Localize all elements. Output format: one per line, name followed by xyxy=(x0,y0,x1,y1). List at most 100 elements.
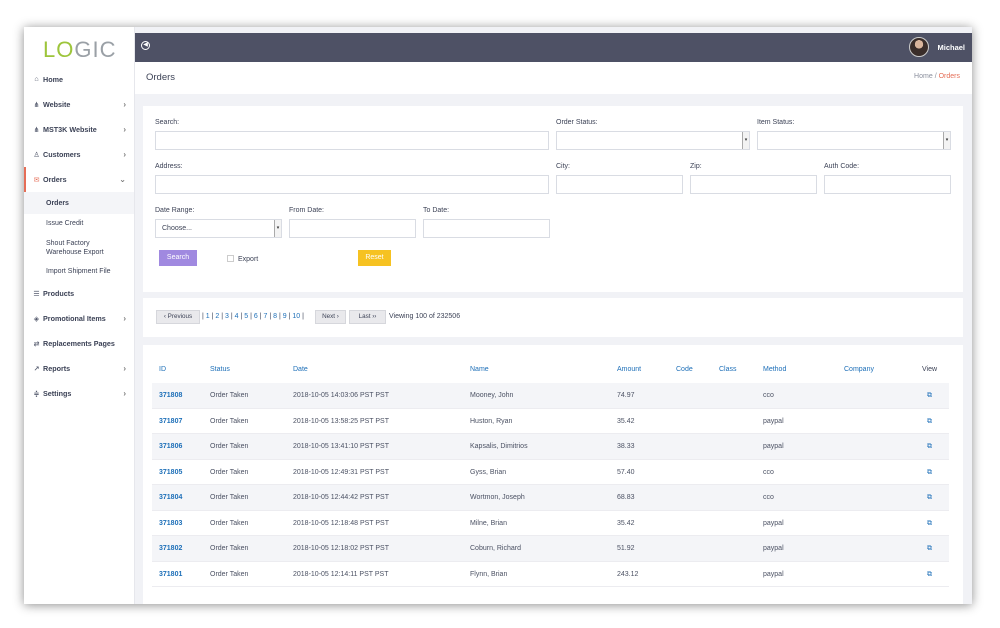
date-range-select[interactable]: Choose... ▾ xyxy=(155,219,282,238)
next-button[interactable]: Next › xyxy=(315,310,346,324)
external-link-icon[interactable]: ⧉ xyxy=(927,571,932,579)
city-label: City: xyxy=(556,163,570,170)
external-link-icon[interactable]: ⧉ xyxy=(927,392,932,400)
status-cell: Order Taken xyxy=(210,519,249,527)
column-header-status[interactable]: Status xyxy=(210,366,230,373)
last-button[interactable]: Last ›› xyxy=(349,310,386,324)
column-header-code[interactable]: Code xyxy=(676,366,693,373)
column-header-date[interactable]: Date xyxy=(293,366,308,373)
date-cell: 2018-10-05 12:44:42 PST PST xyxy=(293,494,389,501)
previous-button[interactable]: ‹ Previous xyxy=(156,310,200,324)
breadcrumb: Home / Orders xyxy=(914,73,960,80)
users-icon: ♙ xyxy=(33,151,40,159)
search-label: Search: xyxy=(155,119,180,126)
chevron-right-icon: › xyxy=(123,150,126,159)
logo[interactable]: LOGIC xyxy=(24,27,134,67)
submenu-item-shout-factory-warehouse-export[interactable]: Shout Factory Warehouse Export xyxy=(24,233,134,262)
reset-button[interactable]: Reset xyxy=(358,250,391,266)
table-row: 371801 Order Taken 2018-10-05 12:14:11 PST… xyxy=(152,562,949,587)
address-label: Address: xyxy=(155,163,183,170)
status-cell: Order Taken xyxy=(210,570,249,578)
sidebar-item-label: Replacements Pages xyxy=(43,339,115,348)
external-link-icon[interactable]: ⧉ xyxy=(927,545,932,553)
sidebar-item-home[interactable]: ⌂ Home xyxy=(24,67,134,92)
table-row: 371805 Order Taken 2018-10-05 12:49:31 PST… xyxy=(152,460,949,485)
order-id-link[interactable]: 371803 xyxy=(159,520,182,527)
order-status-select[interactable]: ▾ xyxy=(556,131,750,150)
name-cell: Milne, Brian xyxy=(470,519,507,527)
exchange-icon: ⇄ xyxy=(33,340,40,348)
method-cell: paypal xyxy=(763,417,784,425)
search-input[interactable] xyxy=(155,131,549,150)
chart-icon: ↗ xyxy=(33,365,40,373)
external-link-icon[interactable]: ⧉ xyxy=(927,418,932,426)
from-date-input[interactable] xyxy=(289,219,416,238)
search-button[interactable]: Search xyxy=(159,250,197,266)
sidebar-item-orders[interactable]: ✉ Orders ⌄ xyxy=(24,167,134,192)
city-input[interactable] xyxy=(556,175,683,194)
select-arrow-icon: ▾ xyxy=(274,220,281,237)
address-input[interactable] xyxy=(155,175,549,194)
sidebar-item-mst3k-website[interactable]: ⋔ MST3K Website › xyxy=(24,117,134,142)
sidebar-item-products[interactable]: ☰ Products xyxy=(24,281,134,306)
sidebar-item-label: Settings xyxy=(43,389,72,398)
amount-cell: 74.97 xyxy=(617,392,635,399)
page-separator: | xyxy=(300,313,304,320)
status-cell: Order Taken xyxy=(210,417,249,425)
to-date-input[interactable] xyxy=(423,219,550,238)
external-link-icon[interactable]: ⧉ xyxy=(927,443,932,451)
submenu-item-import-shipment-file[interactable]: Import Shipment File xyxy=(24,262,134,281)
select-arrow-icon: ▾ xyxy=(742,132,749,149)
order-id-link[interactable]: 371806 xyxy=(159,443,182,450)
orders-submenu: Orders Issue Credit Shout Factory Warehous… xyxy=(24,192,134,281)
sidebar-item-replacements-pages[interactable]: ⇄ Replacements Pages xyxy=(24,331,134,356)
export-checkbox[interactable] xyxy=(227,255,234,262)
sidebar-item-reports[interactable]: ↗ Reports › xyxy=(24,356,134,381)
auth-code-input[interactable] xyxy=(824,175,951,194)
column-header-id[interactable]: ID xyxy=(159,366,166,373)
date-range-value: Choose... xyxy=(162,225,192,232)
status-cell: Order Taken xyxy=(210,545,249,552)
sidebar-item-label: MST3K Website xyxy=(43,125,97,134)
date-cell: 2018-10-05 12:14:11 PST PST xyxy=(293,570,389,578)
column-header-name[interactable]: Name xyxy=(470,366,489,373)
item-status-select[interactable]: ▾ xyxy=(757,131,951,150)
order-id-link[interactable]: 371802 xyxy=(159,545,182,552)
avatar[interactable] xyxy=(909,37,929,57)
column-header-company[interactable]: Company xyxy=(844,366,874,373)
zip-input[interactable] xyxy=(690,175,817,194)
sidebar-item-settings[interactable]: ≑ Settings › xyxy=(24,381,134,406)
sidebar-toggle-icon[interactable]: ◀ xyxy=(141,41,150,50)
submenu-item-orders[interactable]: Orders xyxy=(24,192,134,214)
breadcrumb-separator: / xyxy=(934,73,937,80)
orders-table: ID Status Date Name Amount Code Class Method Com… xyxy=(143,345,963,604)
sidebar-item-website[interactable]: ⋔ Website › xyxy=(24,92,134,117)
submenu-item-issue-credit[interactable]: Issue Credit xyxy=(24,214,134,233)
sidebar-item-customers[interactable]: ♙ Customers › xyxy=(24,142,134,167)
app-window: LOGIC ⌂ Home ⋔ Website › ⋔ MST3K Website › ♙ Cust… xyxy=(24,27,972,604)
page-numbers: | 1 | 2 | 3 | 4 | 5 | 6 | 7 | 8 | 9 | 10… xyxy=(202,313,304,320)
amount-cell: 68.83 xyxy=(617,494,635,501)
status-cell: Order Taken xyxy=(210,392,249,399)
chevron-right-icon: › xyxy=(123,389,126,398)
order-id-link[interactable]: 371807 xyxy=(159,418,182,425)
order-id-link[interactable]: 371808 xyxy=(159,392,182,399)
tags-icon: ◈ xyxy=(33,315,40,323)
external-link-icon[interactable]: ⧉ xyxy=(927,494,932,502)
external-link-icon[interactable]: ⧉ xyxy=(927,520,932,528)
breadcrumb-home[interactable]: Home xyxy=(914,73,933,80)
column-header-method[interactable]: Method xyxy=(763,366,786,373)
table-row: 371806 Order Taken 2018-10-05 13:41:10 PST… xyxy=(152,434,949,460)
order-id-link[interactable]: 371805 xyxy=(159,469,182,476)
sidebar-item-label: Reports xyxy=(43,364,71,373)
order-id-link[interactable]: 371801 xyxy=(159,571,182,578)
user-name[interactable]: Michael xyxy=(937,43,965,52)
external-link-icon[interactable]: ⧉ xyxy=(927,469,932,477)
column-header-amount[interactable]: Amount xyxy=(617,366,641,373)
sidebar-item-label: Orders xyxy=(43,175,67,184)
amount-cell: 35.42 xyxy=(617,519,635,527)
sidebar-item-promotional-items[interactable]: ◈ Promotional Items › xyxy=(24,306,134,331)
order-id-link[interactable]: 371804 xyxy=(159,494,182,501)
date-cell: 2018-10-05 13:41:10 PST PST xyxy=(293,443,389,450)
column-header-class[interactable]: Class xyxy=(719,366,737,373)
